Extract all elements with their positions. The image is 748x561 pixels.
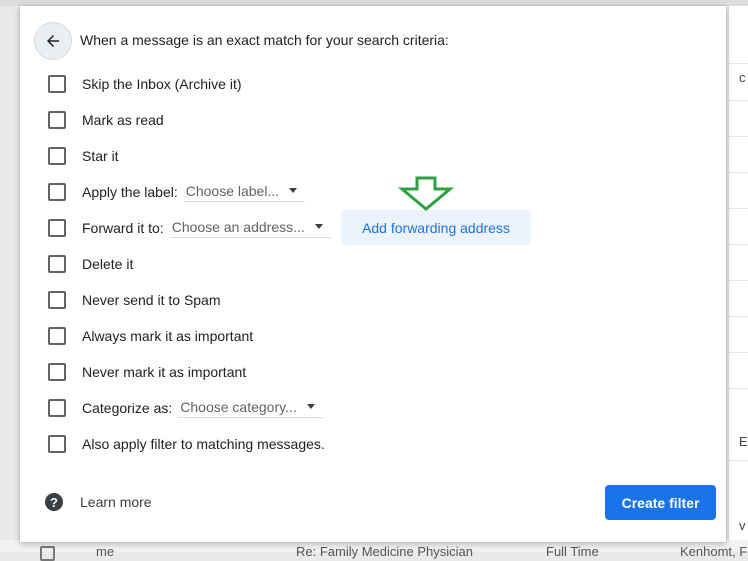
list-divider xyxy=(729,63,748,64)
apply-label-checkbox[interactable] xyxy=(48,183,66,201)
forward-address-select[interactable]: Choose an address... xyxy=(169,218,331,238)
option-label: Mark as read xyxy=(82,112,164,128)
option-star-it[interactable]: Star it xyxy=(48,144,119,168)
list-divider xyxy=(729,172,748,173)
list-divider xyxy=(729,208,748,209)
option-label: Never send it to Spam xyxy=(82,292,221,308)
forward-address-value: Choose an address... xyxy=(171,218,305,235)
chevron-down-icon xyxy=(289,188,298,193)
option-label: Always mark it as important xyxy=(82,328,254,344)
list-divider xyxy=(729,352,748,353)
option-never-spam[interactable]: Never send it to Spam xyxy=(48,288,221,312)
option-always-important[interactable]: Always mark it as important xyxy=(48,324,253,348)
back-button[interactable] xyxy=(34,22,72,60)
always-important-checkbox[interactable] xyxy=(48,327,66,345)
option-label: Apply the label: xyxy=(82,184,178,200)
option-categorize[interactable]: Categorize as: Choose category... xyxy=(48,396,323,420)
label-select-value: Choose label... xyxy=(185,182,280,199)
option-label: Never mark it as important xyxy=(82,364,247,380)
option-delete-it[interactable]: Delete it xyxy=(48,252,133,276)
option-label: Delete it xyxy=(82,256,134,272)
option-forward[interactable]: Forward it to: Choose an address... xyxy=(48,216,331,240)
option-mark-as-read[interactable]: Mark as read xyxy=(48,108,164,132)
learn-more-link[interactable]: Learn more xyxy=(80,494,152,510)
background-text-fragment: c xyxy=(739,70,746,85)
option-apply-label[interactable]: Apply the label: Choose label... xyxy=(48,180,306,204)
list-divider xyxy=(729,244,748,245)
option-label: Also apply filter to matching messages. xyxy=(82,436,325,452)
row-checkbox[interactable] xyxy=(40,546,55,561)
categorize-checkbox[interactable] xyxy=(48,399,66,417)
category-select[interactable]: Choose category... xyxy=(178,398,323,418)
option-label: Forward it to: xyxy=(82,220,164,236)
option-label: Skip the Inbox (Archive it) xyxy=(82,76,242,92)
add-forwarding-address-button[interactable]: Add forwarding address xyxy=(341,210,531,245)
list-divider xyxy=(729,280,748,281)
star-it-checkbox[interactable] xyxy=(48,147,66,165)
never-spam-checkbox[interactable] xyxy=(48,291,66,309)
chevron-down-icon xyxy=(314,224,323,229)
help-circle-icon[interactable]: ? xyxy=(45,493,63,511)
create-filter-button[interactable]: Create filter xyxy=(605,485,716,520)
mark-as-read-checkbox[interactable] xyxy=(48,111,66,129)
option-label: Star it xyxy=(82,148,119,164)
background-email-list-edge: c E v xyxy=(728,6,748,552)
apply-to-matching-checkbox[interactable] xyxy=(48,435,66,453)
label-select[interactable]: Choose label... xyxy=(183,182,306,202)
background-text-fragment: E xyxy=(739,434,748,449)
list-divider xyxy=(729,460,748,461)
forward-checkbox[interactable] xyxy=(48,219,66,237)
option-label: Categorize as: xyxy=(82,400,173,416)
option-apply-to-matching[interactable]: Also apply filter to matching messages. xyxy=(48,432,325,456)
never-important-checkbox[interactable] xyxy=(48,363,66,381)
list-divider xyxy=(729,388,748,389)
down-arrow-outline-icon xyxy=(398,176,454,211)
category-select-value: Choose category... xyxy=(180,398,297,415)
skip-inbox-checkbox[interactable] xyxy=(48,75,66,93)
arrow-left-icon xyxy=(47,35,59,47)
background-text-fragment: v xyxy=(739,518,746,533)
list-divider xyxy=(729,136,748,137)
filter-actions-dialog: When a message is an exact match for you… xyxy=(20,6,726,542)
option-skip-inbox[interactable]: Skip the Inbox (Archive it) xyxy=(48,72,242,96)
list-divider xyxy=(729,316,748,317)
dialog-description: When a message is an exact match for you… xyxy=(80,32,449,48)
option-never-important[interactable]: Never mark it as important xyxy=(48,360,246,384)
chevron-down-icon xyxy=(306,404,315,409)
delete-it-checkbox[interactable] xyxy=(48,255,66,273)
list-divider xyxy=(729,100,748,101)
